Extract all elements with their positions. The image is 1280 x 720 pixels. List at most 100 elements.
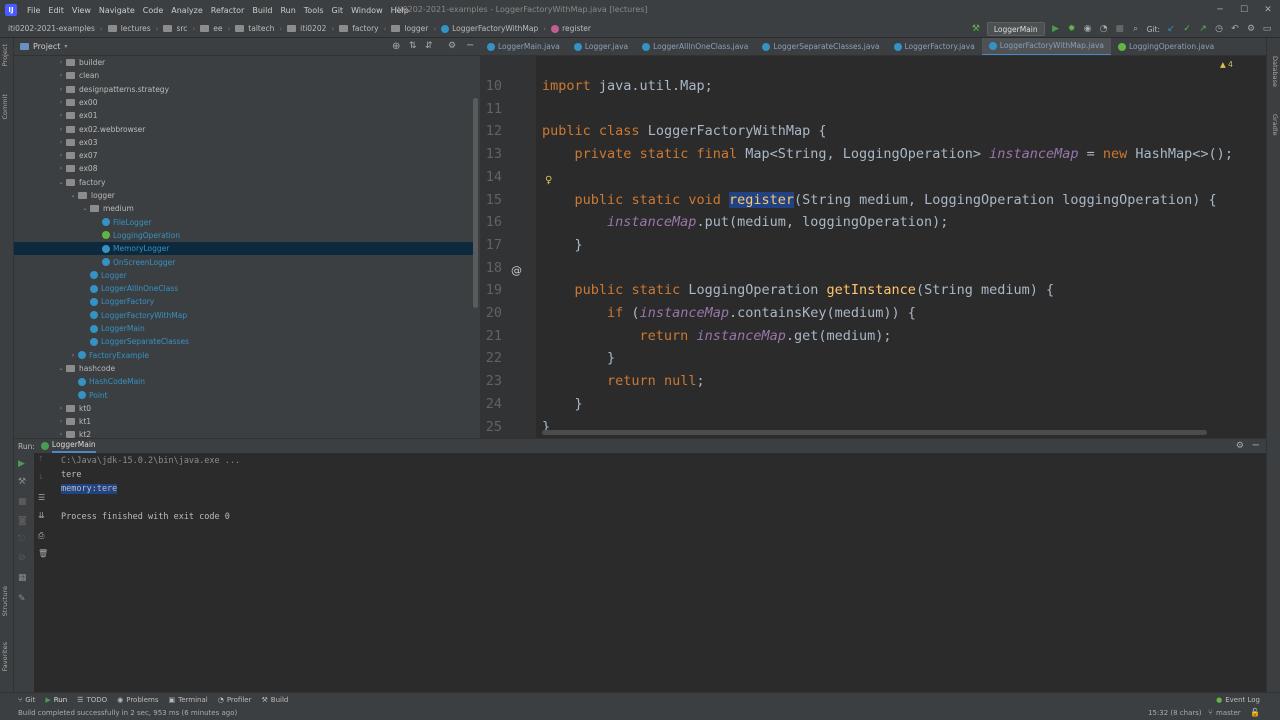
tab-loggerseparateclasses[interactable]: LoggerSeparateClasses.java bbox=[755, 38, 886, 55]
print-icon[interactable]: ⎙ bbox=[38, 531, 44, 541]
code-line[interactable]: } bbox=[542, 350, 615, 366]
menu-build[interactable]: Build bbox=[248, 6, 276, 15]
camera-icon[interactable]: ◙ bbox=[18, 516, 27, 526]
tree-item-ex00[interactable]: › ex00 bbox=[14, 96, 474, 109]
hide-panel-icon[interactable]: − bbox=[1252, 440, 1260, 451]
tree-item-ex03[interactable]: › ex03 bbox=[14, 136, 474, 149]
chevron-icon[interactable]: › bbox=[56, 123, 66, 136]
gradle-tool-tab[interactable]: Gradle bbox=[1271, 114, 1279, 136]
rollback-icon[interactable]: ↶ bbox=[1230, 24, 1240, 34]
tree-item-logger[interactable]: ⌄ logger bbox=[14, 189, 474, 202]
scroll-down-icon[interactable]: ↓ bbox=[38, 473, 44, 481]
breadcrumb-item[interactable]: src bbox=[163, 24, 187, 33]
breadcrumb-item[interactable]: lectures bbox=[107, 24, 151, 33]
coverage-icon[interactable]: ◉ bbox=[1083, 24, 1093, 34]
run-icon[interactable]: ▶ bbox=[1051, 24, 1061, 34]
tree-item-ex02.webbrowser[interactable]: › ex02.webbrowser bbox=[14, 123, 474, 136]
lock-icon[interactable]: 🔓 bbox=[1250, 706, 1260, 720]
scroll-to-end-icon[interactable]: ⇊ bbox=[38, 511, 45, 520]
todo-tool-tab[interactable]: ☰ TODO bbox=[77, 696, 107, 704]
tree-item-kt1[interactable]: › kt1 bbox=[14, 415, 474, 428]
breadcrumb-item[interactable]: factory bbox=[339, 24, 379, 33]
exit-icon[interactable]: ⎋ bbox=[18, 534, 25, 544]
tab-loggerfactory[interactable]: LoggerFactory.java bbox=[887, 38, 982, 55]
menu-code[interactable]: Code bbox=[139, 6, 167, 15]
tab-loggerallinoneclass[interactable]: LoggerAllInOneClass.java bbox=[635, 38, 755, 55]
build-tool-tab[interactable]: ⚒ Build bbox=[261, 696, 288, 704]
chevron-icon[interactable]: ⌄ bbox=[68, 189, 78, 202]
tree-item-logger[interactable]: Logger bbox=[14, 269, 474, 282]
locate-icon[interactable]: ⊕ bbox=[392, 41, 400, 52]
git-update-icon[interactable]: ↙ bbox=[1166, 24, 1176, 34]
terminal-tool-tab[interactable]: ▣ Terminal bbox=[169, 696, 208, 704]
menu-run[interactable]: Run bbox=[276, 6, 299, 15]
tree-item-builder[interactable]: › builder bbox=[14, 56, 474, 69]
close-icon[interactable]: ✕ bbox=[1256, 0, 1280, 20]
code-line[interactable]: public class LoggerFactoryWithMap { bbox=[542, 123, 827, 139]
chevron-icon[interactable]: › bbox=[56, 415, 66, 428]
menu-refactor[interactable]: Refactor bbox=[207, 6, 249, 15]
tree-item-loggingoperation[interactable]: LoggingOperation bbox=[14, 229, 474, 242]
structure-tool-tab[interactable]: Structure bbox=[1, 586, 9, 616]
event-log-tab[interactable]: ● Event Log bbox=[1216, 696, 1260, 704]
tree-item-loggerseparateclasses[interactable]: LoggerSeparateClasses bbox=[14, 335, 474, 348]
chevron-icon[interactable]: › bbox=[56, 109, 66, 122]
expand-all-icon[interactable]: ⇅ bbox=[409, 41, 417, 51]
code-line[interactable]: import java.util.Map; bbox=[542, 78, 713, 94]
annotation-icon[interactable]: @ bbox=[511, 264, 522, 277]
tree-item-memorylogger[interactable]: MemoryLogger bbox=[14, 242, 474, 256]
soft-wrap-icon[interactable]: ☰ bbox=[38, 493, 45, 502]
chevron-icon[interactable]: ⌄ bbox=[80, 202, 90, 215]
menu-window[interactable]: Window bbox=[347, 6, 387, 15]
favorites-tool-tab[interactable]: Favorites bbox=[1, 642, 9, 671]
gear-icon[interactable]: ⚙ bbox=[448, 41, 456, 51]
chevron-icon[interactable]: › bbox=[56, 69, 66, 82]
tree-item-loggerfactorywithmap[interactable]: LoggerFactoryWithMap bbox=[14, 309, 474, 322]
code-line[interactable]: return null; bbox=[542, 373, 705, 389]
code-line[interactable]: public static LoggingOperation getInstan… bbox=[542, 282, 1055, 298]
editor-horizontal-scrollbar[interactable] bbox=[542, 430, 1207, 435]
wrench-icon[interactable]: ⚒ bbox=[18, 477, 26, 487]
code-line[interactable]: public static void register(String mediu… bbox=[542, 191, 1217, 208]
breadcrumb-item[interactable]: iti0202 bbox=[287, 24, 326, 33]
code-line[interactable]: } bbox=[542, 237, 583, 253]
git-history-icon[interactable]: ◷ bbox=[1214, 24, 1224, 34]
tab-loggermain[interactable]: LoggerMain.java bbox=[480, 38, 567, 55]
menu-file[interactable]: File bbox=[23, 6, 44, 15]
settings-icon[interactable]: ⚙ bbox=[1246, 24, 1256, 34]
gear-icon[interactable]: ⚙ bbox=[1236, 441, 1244, 451]
tree-item-point[interactable]: Point bbox=[14, 389, 474, 402]
tree-item-kt0[interactable]: › kt0 bbox=[14, 402, 474, 415]
tree-item-medium[interactable]: ⌄ medium bbox=[14, 202, 474, 215]
code-line[interactable]: instanceMap.put(medium, loggingOperation… bbox=[542, 214, 948, 230]
code-line[interactable]: if (instanceMap.containsKey(medium)) { bbox=[542, 305, 916, 321]
tree-item-factoryexample[interactable]: › FactoryExample bbox=[14, 349, 474, 362]
problems-tool-tab[interactable]: ◉ Problems bbox=[117, 696, 158, 704]
tree-item-factory[interactable]: ⌄ factory bbox=[14, 176, 474, 189]
layout-icon[interactable]: ▭ bbox=[1262, 24, 1272, 34]
pin-tab-icon[interactable]: ✎ bbox=[18, 594, 26, 604]
tree-item-loggermain[interactable]: LoggerMain bbox=[14, 322, 474, 335]
menu-navigate[interactable]: Navigate bbox=[95, 6, 139, 15]
tree-item-hashcode[interactable]: ⌄ hashcode bbox=[14, 362, 474, 375]
menu-analyze[interactable]: Analyze bbox=[167, 6, 207, 15]
breadcrumb-item[interactable]: iti0202-2021-examples bbox=[8, 24, 95, 33]
tree-item-ex01[interactable]: › ex01 bbox=[14, 109, 474, 122]
tab-loggerfactorywithmap[interactable]: LoggerFactoryWithMap.java bbox=[981, 38, 1112, 55]
search-everywhere-icon[interactable]: ⌕ bbox=[1131, 24, 1141, 34]
git-branch[interactable]: master bbox=[1216, 706, 1241, 720]
scroll-up-icon[interactable]: ↑ bbox=[38, 455, 44, 463]
status-message[interactable]: Build completed successfully in 2 sec, 9… bbox=[18, 709, 237, 717]
git-push-icon[interactable]: ↗ bbox=[1198, 24, 1208, 34]
tree-item-ex08[interactable]: › ex08 bbox=[14, 162, 474, 175]
breadcrumb-item[interactable]: register bbox=[551, 24, 591, 33]
bulb-icon[interactable]: ♀ bbox=[545, 175, 552, 186]
chevron-icon[interactable]: › bbox=[68, 349, 78, 362]
tab-loggingoperation[interactable]: LoggingOperation.java bbox=[1111, 38, 1221, 55]
tree-item-filelogger[interactable]: FileLogger bbox=[14, 216, 474, 229]
breadcrumb-item[interactable]: ee bbox=[200, 24, 222, 33]
chevron-icon[interactable]: › bbox=[56, 56, 66, 69]
stop-icon[interactable]: ■ bbox=[1115, 24, 1125, 34]
minimize-icon[interactable]: ─ bbox=[1208, 0, 1232, 20]
chevron-icon[interactable]: › bbox=[56, 96, 66, 109]
